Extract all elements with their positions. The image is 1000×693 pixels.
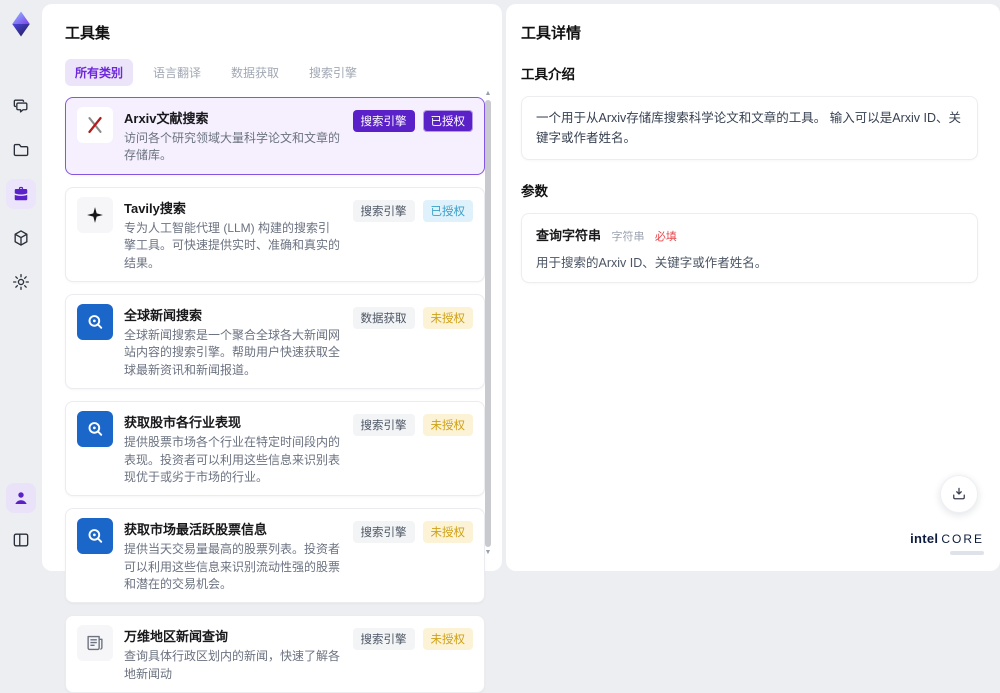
tab-language-translation[interactable]: 语言翻译 [143, 59, 211, 86]
param-type: 字符串 [611, 231, 644, 243]
tab-data-fetching[interactable]: 数据获取 [221, 59, 289, 86]
scroll-up-icon[interactable]: ▲ [485, 90, 492, 98]
tavily-star-icon [77, 197, 113, 233]
auth-status-badge: 未授权 [423, 521, 474, 543]
tool-details-panel: 工具详情 工具介绍 一个用于从Arxiv存储库搜索科学论文和文章的工具。 输入可… [506, 4, 1000, 571]
app-sidebar [0, 0, 42, 563]
newspaper-icon [77, 625, 113, 661]
news-search-icon [77, 304, 113, 340]
auth-status-badge: 已授权 [423, 110, 474, 132]
category-tabs: 所有类别 语言翻译 数据获取 搜索引擎 [65, 59, 488, 86]
download-icon [950, 485, 968, 503]
tool-description: 访问各个研究领域大量科学论文和文章的存储库。 [124, 130, 342, 165]
auth-status-badge: 未授权 [423, 307, 474, 329]
scroll-down-icon[interactable]: ▼ [485, 549, 492, 557]
category-badge: 搜索引擎 [353, 414, 415, 436]
download-button[interactable] [940, 475, 978, 513]
toolset-panel: 工具集 所有类别 语言翻译 数据获取 搜索引擎 Arxiv文献搜索 访问各个研究… [42, 4, 502, 571]
tool-description: 查询具体行政区划内的新闻，快速了解各地新闻动 [124, 648, 342, 683]
gear-icon [11, 272, 31, 292]
user-icon [12, 489, 30, 507]
tool-title: 万维地区新闻查询 [124, 626, 342, 645]
arxiv-icon [77, 107, 113, 143]
sidebar-item-account[interactable] [6, 483, 36, 513]
tool-description: 提供当天交易量最高的股票列表。投资者可以利用这些信息来识别流动性强的股票和潜在的… [124, 541, 342, 593]
tool-title: 获取股市各行业表现 [124, 412, 342, 431]
tool-card-active-stocks[interactable]: 获取市场最活跃股票信息 提供当天交易量最高的股票列表。投资者可以利用这些信息来识… [65, 508, 485, 603]
param-header: 查询字符串 字符串 必填 [536, 225, 963, 245]
tool-description: 提供股票市场各个行业在特定时间段内的表现。投资者可以利用这些信息来识别表现优于或… [124, 434, 342, 486]
intel-core-logo: intelcore [910, 530, 984, 555]
intro-heading: 工具介绍 [521, 63, 978, 83]
auth-status-badge: 已授权 [423, 200, 474, 222]
folder-icon [11, 140, 31, 160]
core-wordmark: core [941, 532, 984, 546]
tab-search-engine[interactable]: 搜索引擎 [299, 59, 367, 86]
tool-card-arxiv[interactable]: Arxiv文献搜索 访问各个研究领域大量科学论文和文章的存储库。 搜索引擎 已授… [65, 97, 485, 175]
intel-logo-subtext-blur [950, 551, 984, 555]
scrollbar-thumb[interactable] [485, 100, 491, 547]
tool-card-sector-performance[interactable]: 获取股市各行业表现 提供股票市场各个行业在特定时间段内的表现。投资者可以利用这些… [65, 401, 485, 496]
tool-title: Arxiv文献搜索 [124, 108, 342, 127]
param-name: 查询字符串 [536, 228, 601, 243]
list-scrollbar[interactable]: ▲ ▼ [484, 90, 492, 557]
details-title: 工具详情 [521, 22, 978, 43]
param-box: 查询字符串 字符串 必填 用于搜索的Arxiv ID、关键字或作者姓名。 [521, 213, 978, 283]
sidebar-item-models[interactable] [6, 223, 36, 253]
intel-wordmark: intel [910, 531, 938, 546]
news-search-icon [77, 411, 113, 447]
tool-card-regional-news[interactable]: 万维地区新闻查询 查询具体行政区划内的新闻，快速了解各地新闻动 搜索引擎 未授权 [65, 615, 485, 693]
params-heading: 参数 [521, 180, 978, 200]
sidebar-item-panel-toggle[interactable] [6, 525, 36, 555]
panel-layout-icon [11, 530, 31, 550]
cube-icon [11, 228, 31, 248]
category-badge: 搜索引擎 [353, 110, 415, 132]
briefcase-icon [11, 184, 31, 204]
news-search-icon [77, 518, 113, 554]
sidebar-item-settings[interactable] [6, 267, 36, 297]
category-badge: 数据获取 [353, 307, 415, 329]
category-badge: 搜索引擎 [353, 521, 415, 543]
tool-card-tavily[interactable]: Tavily搜索 专为人工智能代理 (LLM) 构建的搜索引擎工具。可快速提供实… [65, 187, 485, 282]
sidebar-item-files[interactable] [6, 135, 36, 165]
page-title: 工具集 [65, 22, 488, 43]
intro-box: 一个用于从Arxiv存储库搜索科学论文和文章的工具。 输入可以是Arxiv ID… [521, 96, 978, 160]
intro-text: 一个用于从Arxiv存储库搜索科学论文和文章的工具。 输入可以是Arxiv ID… [536, 108, 963, 148]
tool-card-list: Arxiv文献搜索 访问各个研究领域大量科学论文和文章的存储库。 搜索引擎 已授… [65, 97, 485, 693]
sidebar-item-chat[interactable] [6, 91, 36, 121]
param-required-badge: 必填 [655, 231, 677, 243]
chat-icon [11, 96, 31, 116]
sidebar-item-tools[interactable] [6, 179, 36, 209]
param-description: 用于搜索的Arxiv ID、关键字或作者姓名。 [536, 252, 963, 271]
tab-all-categories[interactable]: 所有类别 [65, 59, 133, 86]
tool-title: Tavily搜索 [124, 198, 342, 217]
tool-title: 全球新闻搜索 [124, 305, 342, 324]
auth-status-badge: 未授权 [423, 414, 474, 436]
category-badge: 搜索引擎 [353, 200, 415, 222]
tool-title: 获取市场最活跃股票信息 [124, 519, 342, 538]
tool-card-global-news[interactable]: 全球新闻搜索 全球新闻搜索是一个聚合全球各大新闻网站内容的搜索引擎。帮助用户快速… [65, 294, 485, 389]
app-logo [6, 9, 36, 39]
category-badge: 搜索引擎 [353, 628, 415, 650]
tool-description: 全球新闻搜索是一个聚合全球各大新闻网站内容的搜索引擎。帮助用户快速获取全球最新资… [124, 327, 342, 379]
auth-status-badge: 未授权 [423, 628, 474, 650]
tool-description: 专为人工智能代理 (LLM) 构建的搜索引擎工具。可快速提供实时、准确和真实的结… [124, 220, 342, 272]
